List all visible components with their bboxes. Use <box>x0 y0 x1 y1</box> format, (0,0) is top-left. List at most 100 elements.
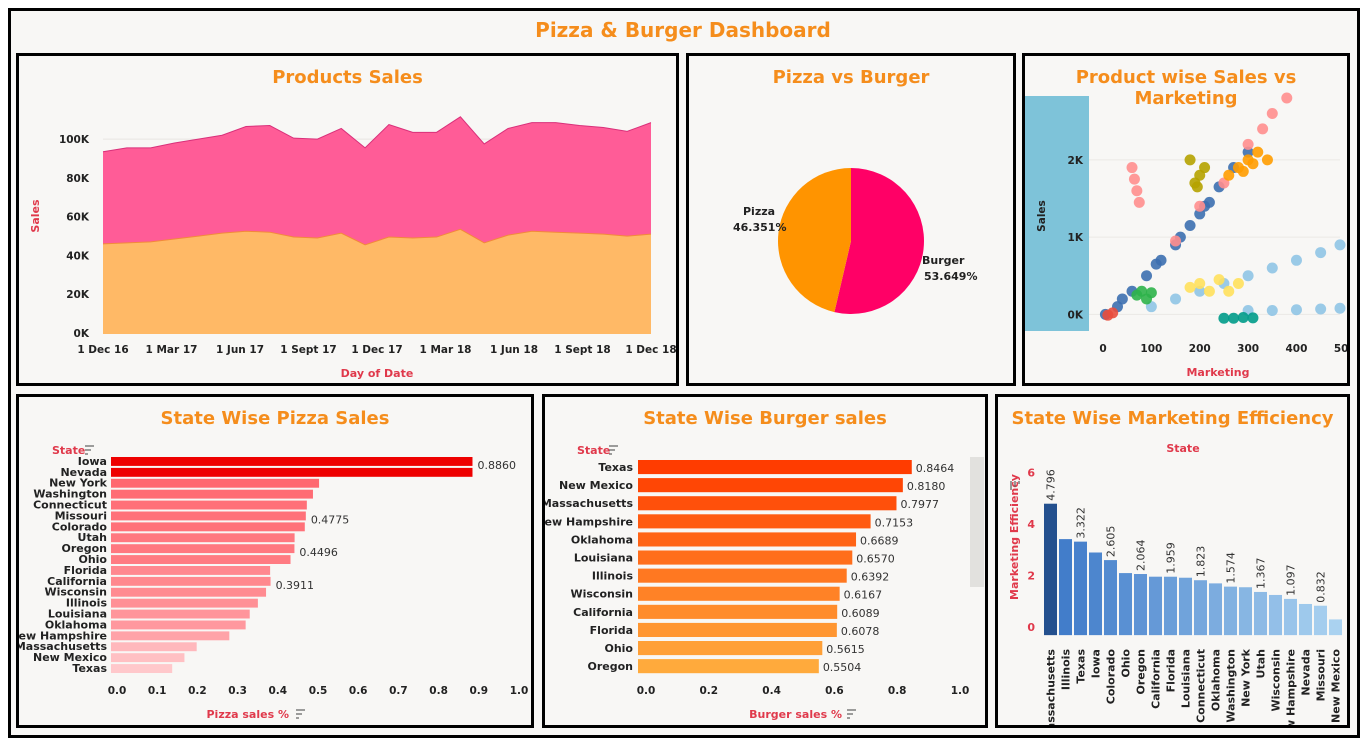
pizza-bar <box>111 642 197 652</box>
eff-state-label: Oregon <box>1135 649 1148 695</box>
eff-state-label: Oklahoma <box>1210 649 1223 711</box>
pie-pct-burger: 53.649% <box>924 270 977 283</box>
pizza-bar <box>111 478 320 488</box>
eff-bar <box>1164 576 1177 636</box>
eff-state-label: California <box>1150 649 1163 709</box>
pizza-value-label: 0.3911 <box>276 579 315 592</box>
eff-y-tick: 4 <box>1027 518 1035 531</box>
pizza-bar <box>111 598 258 608</box>
eff-value-label: 1.574 <box>1225 552 1238 584</box>
burger-value-label: 0.5504 <box>823 661 862 674</box>
pizza-bar <box>111 620 246 630</box>
pizza-bar <box>111 609 250 619</box>
pizza-bar <box>111 555 291 564</box>
panel-marketing-efficiency[interactable]: State Wise Marketing Efficiency State 0 2 4… <box>995 394 1350 728</box>
area-x-tick: 1 Dec 17 <box>351 344 402 356</box>
pizza-bar <box>111 467 473 477</box>
pizza-x-tick: 0.9 <box>469 685 488 697</box>
burger-state-label: Wisconsin <box>570 588 633 601</box>
panel-state-pizza[interactable]: State Wise Pizza Sales State Iowa 0.8860 Ne… <box>16 394 534 728</box>
pizza-bar <box>111 511 306 521</box>
state-burger-chart[interactable]: State Texas 0.8464 New Mexico 0.8180 Massachu… <box>545 397 985 725</box>
scatter-point <box>1315 303 1327 315</box>
eff-y-tick: 6 <box>1027 467 1035 480</box>
burger-bar <box>638 496 897 511</box>
burger-state-label: Florida <box>590 624 633 637</box>
eff-bar <box>1134 574 1147 636</box>
scatter-y-label: Sales <box>1036 200 1048 232</box>
scatter-point <box>1107 307 1119 319</box>
eff-bar <box>1104 560 1117 636</box>
scatter-point <box>1199 162 1211 174</box>
panel-state-burger[interactable]: State Wise Burger sales State Texas 0.8464… <box>542 394 988 728</box>
area-y-tick: 40K <box>66 250 90 262</box>
dashboard-title: Pizza & Burger Dashboard <box>535 18 831 42</box>
marketing-efficiency-chart[interactable]: State 0 2 4 6 Marketing Efficiency Massachuset… <box>998 397 1347 725</box>
area-y-label: Sales <box>29 199 42 233</box>
products-sales-chart[interactable]: 0K 20K 40K 60K 80K 100K 1 Dec 16 1 Mar 17 1 Jun … <box>19 56 676 383</box>
state-pizza-chart[interactable]: StateIowa 0.8860NevadaNew YorkWashingtonC… <box>19 397 531 725</box>
scatter-point <box>1247 158 1259 170</box>
scatter-point <box>1223 285 1235 297</box>
panel-sales-vs-marketing[interactable]: Product wise Sales vs Marketing 0K 1K 2K 0 1… <box>1022 53 1350 386</box>
scatter-point <box>1126 162 1138 174</box>
pizza-bar <box>111 587 267 597</box>
area-x-tick: 1 Dec 18 <box>625 344 676 356</box>
eff-bar <box>1224 586 1237 636</box>
scatter-point <box>1203 196 1215 208</box>
panel-pizza-vs-burger[interactable]: Pizza vs Burger Burger 53.649% Pizza 46.351… <box>686 53 1016 386</box>
burger-state-label: New Hampshire <box>545 515 633 528</box>
scatter-point <box>1184 281 1196 293</box>
sort-icon <box>609 445 618 455</box>
burger-x-label: Burger sales % <box>749 708 842 721</box>
burger-state-label: Illinois <box>592 570 634 583</box>
area-x-tick: 1 Jun 17 <box>216 344 264 356</box>
burger-bar <box>638 641 823 656</box>
eff-state-label: Illinois <box>1060 649 1073 691</box>
pizza-x-tick: 0.6 <box>349 685 368 697</box>
eff-state-label: Connecticut <box>1195 649 1208 723</box>
sort-icon <box>296 709 305 719</box>
eff-state-label: Louisiana <box>1180 649 1193 708</box>
pizza-value-label: 0.8860 <box>477 459 516 472</box>
pizza-vs-burger-chart[interactable]: Burger 53.649% Pizza 46.351% <box>689 56 1013 383</box>
scatter-point <box>1315 247 1327 259</box>
sort-icon <box>85 445 94 455</box>
scatter-point <box>1334 302 1346 314</box>
pizza-x-tick: 0.0 <box>108 685 127 697</box>
pizza-bar <box>111 576 271 586</box>
eff-state-label: Texas <box>1075 649 1088 684</box>
pizza-x-tick: 0.4 <box>268 685 287 697</box>
eff-state-label: Ohio <box>1120 649 1133 678</box>
pizza-bar <box>111 457 473 466</box>
burger-bar <box>638 604 838 619</box>
eff-bar <box>1179 577 1192 636</box>
scatter-point <box>1116 293 1128 305</box>
eff-bar <box>1269 594 1282 636</box>
area-x-tick: 1 Jun 18 <box>490 344 538 356</box>
eff-state-label: Massachusetts <box>1045 649 1058 725</box>
pizza-x-tick: 0.7 <box>389 685 408 697</box>
burger-bar <box>638 514 871 529</box>
eff-y-tick: 2 <box>1027 570 1035 583</box>
eff-state-label: New York <box>1240 648 1253 707</box>
eff-value-label: 1.959 <box>1165 542 1178 574</box>
area-x-tick: 1 Mar 17 <box>146 344 198 356</box>
eff-bar <box>1149 576 1162 636</box>
scatter-point <box>1266 107 1278 119</box>
pizza-bar <box>111 522 305 532</box>
eff-bar <box>1119 573 1132 636</box>
sales-vs-marketing-chart[interactable]: 0K 1K 2K 0 100 200 300 400 500 Marketing Sales <box>1025 56 1347 383</box>
panel-products-sales[interactable]: Products Sales 0K 20K 40K 60K 80K 100K 1 Dec 1… <box>16 53 679 386</box>
scatter-point <box>1170 235 1182 247</box>
eff-state-label: Washington <box>1225 649 1238 723</box>
scatter-point <box>1194 277 1206 289</box>
eff-value-label: 3.322 <box>1075 507 1088 539</box>
burger-x-tick: 1.0 <box>951 685 970 697</box>
burger-value-label: 0.5615 <box>826 643 865 656</box>
eff-state-label: New Mexico <box>1330 649 1343 723</box>
eff-value-label: 1.097 <box>1285 564 1298 596</box>
eff-value-label: 1.823 <box>1195 546 1208 578</box>
scatter-point <box>1242 138 1254 150</box>
eff-bar <box>1044 503 1057 636</box>
